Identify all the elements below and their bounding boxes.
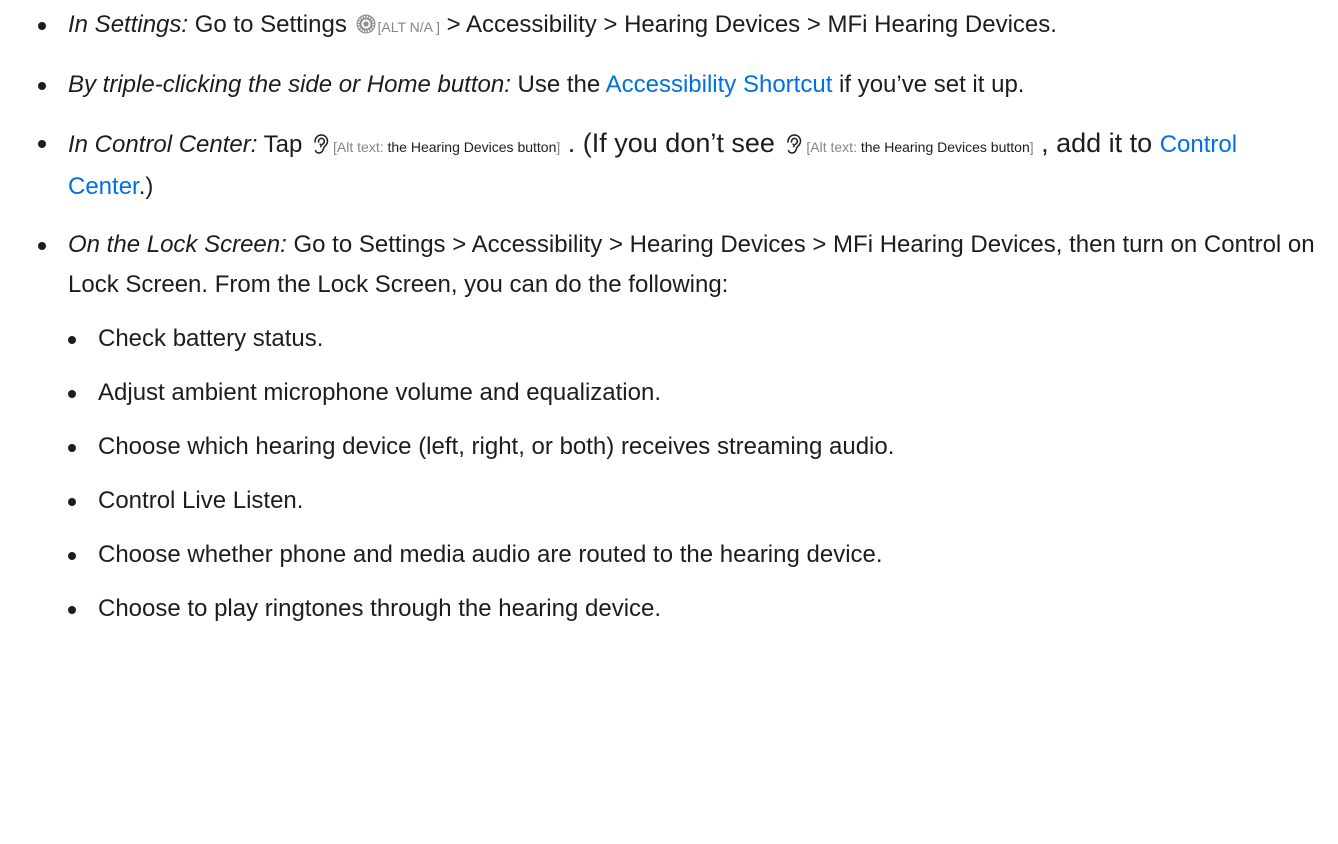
list-item: Check battery status. <box>68 319 1328 359</box>
item-lead: In Settings: <box>68 11 189 38</box>
page: In Settings: Go to Settings [ALT N/A ] >… <box>0 0 1338 844</box>
list-item: Adjust ambient microphone volume and equ… <box>68 373 1328 413</box>
item-text: Use the <box>510 71 606 98</box>
access-methods-list: In Settings: Go to Settings [ALT N/A ] >… <box>38 5 1328 647</box>
list-item-settings: In Settings: Go to Settings [ALT N/A ] >… <box>38 5 1328 47</box>
alt-value: the Hearing Devices button <box>860 139 1030 155</box>
alt-prefix: [Alt text: <box>333 139 388 155</box>
item-text: , add it to <box>1033 128 1160 158</box>
alt-text-placeholder: [Alt text: the Hearing Devices button] <box>806 139 1033 155</box>
list-item: Choose whether phone and media audio are… <box>68 535 1328 575</box>
list-item-triple-click: By triple-clicking the side or Home butt… <box>38 65 1328 105</box>
accessibility-shortcut-link[interactable]: Accessibility Shortcut <box>606 71 833 98</box>
alt-prefix: [Alt text: <box>806 139 861 155</box>
list-item: Control Live Listen. <box>68 481 1328 521</box>
hearing-devices-icon <box>314 134 329 154</box>
list-item-control-center: In Control Center: Tap [Alt text: the He… <box>38 123 1328 207</box>
item-text: > Accessibility > Hearing Devices > MFi … <box>440 11 1057 38</box>
hearing-devices-icon <box>787 134 802 154</box>
alt-value: the Hearing Devices button <box>387 139 557 155</box>
item-text: if you’ve set it up. <box>832 71 1025 98</box>
list-item: Choose to play ringtones through the hea… <box>68 589 1328 629</box>
list-item-lock-screen: On the Lock Screen: Go to Settings > Acc… <box>38 225 1328 629</box>
item-lead: On the Lock Screen: <box>68 231 287 258</box>
item-text: .) <box>138 173 154 200</box>
list-item: Choose which hearing device (left, right… <box>68 427 1328 467</box>
item-text: Go to Settings <box>188 11 354 38</box>
settings-gear-icon <box>356 14 375 34</box>
alt-text-placeholder: [Alt text: the Hearing Devices button] <box>333 139 560 155</box>
lock-screen-options-list: Check battery status. Adjust ambient mic… <box>68 319 1328 629</box>
item-text: Tap <box>257 131 310 158</box>
item-text: . (If you don’t see <box>560 128 783 158</box>
item-lead: In Control Center: <box>68 131 258 158</box>
item-lead: By triple-clicking the side or Home butt… <box>68 71 511 98</box>
alt-text-placeholder: [ALT N/A ] <box>377 19 441 35</box>
